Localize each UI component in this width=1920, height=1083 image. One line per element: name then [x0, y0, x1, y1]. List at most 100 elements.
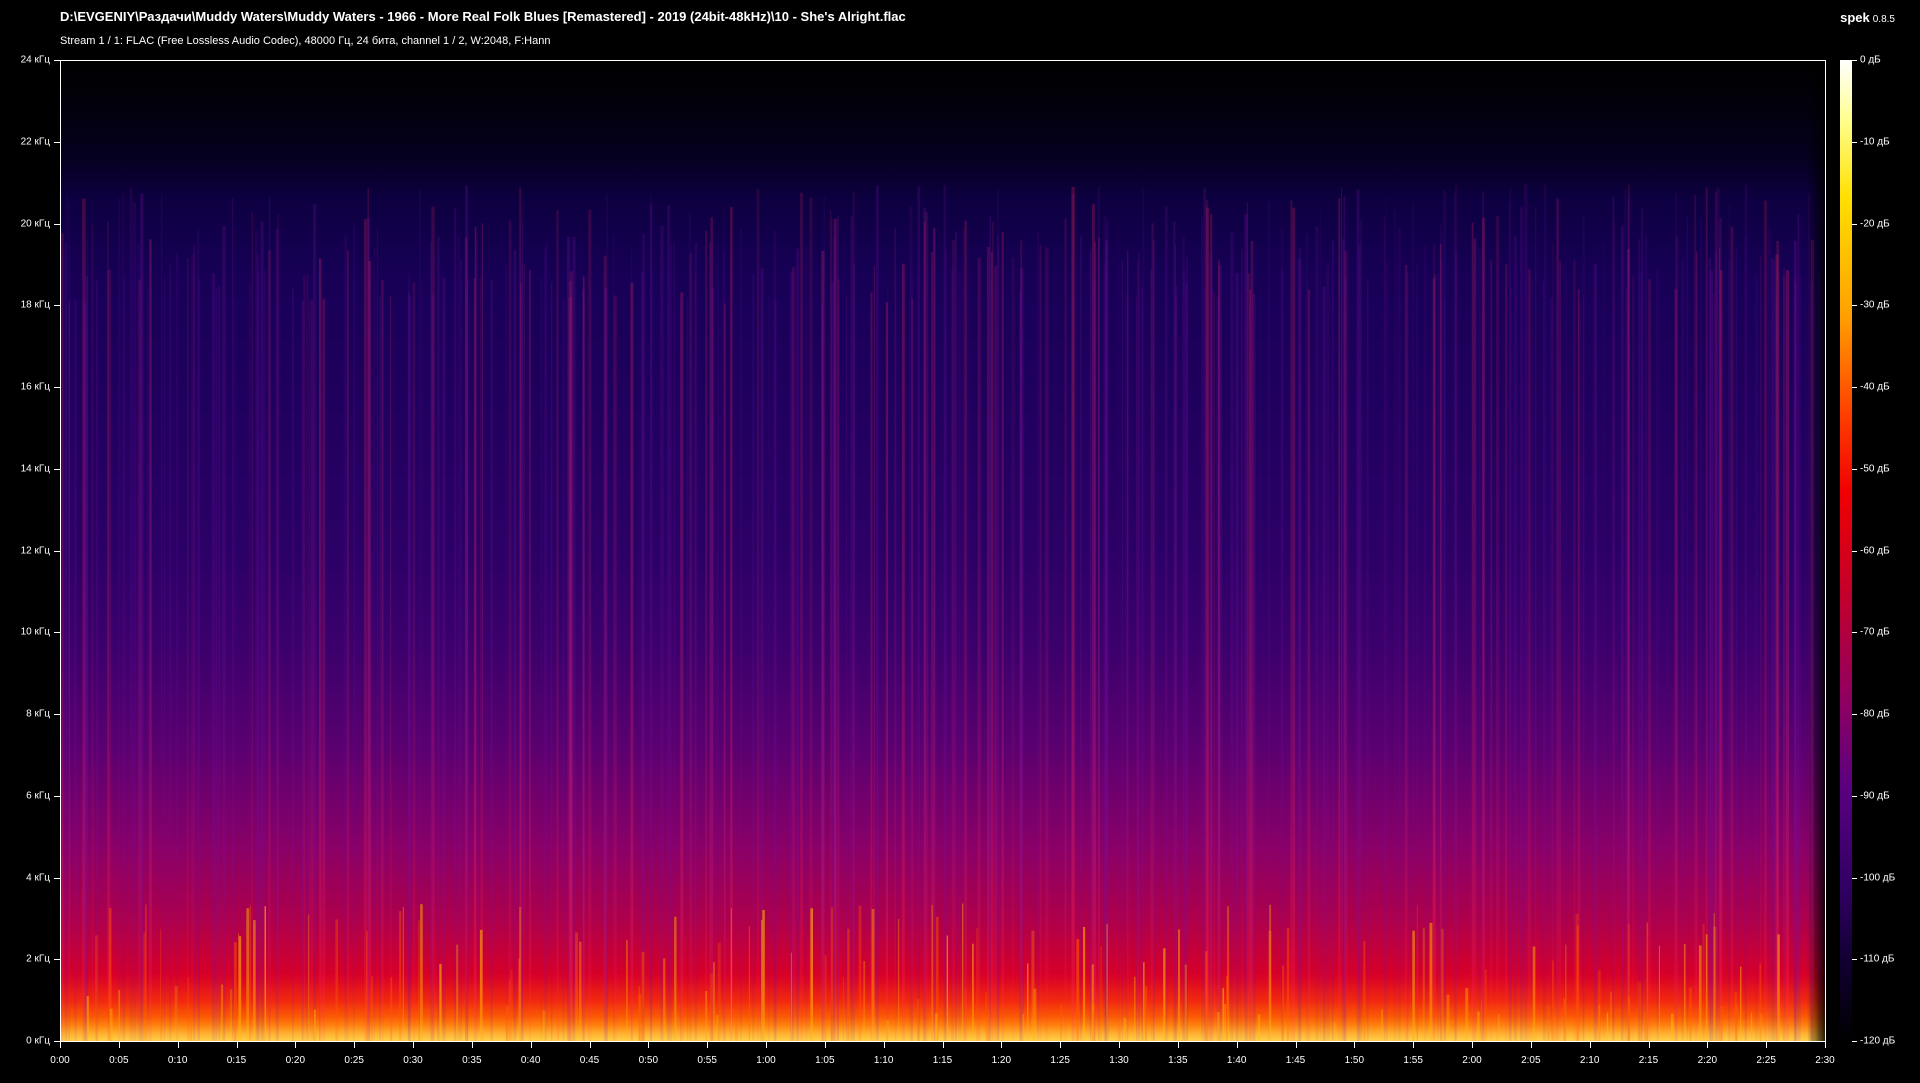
low-frequency-streak — [810, 908, 813, 1041]
transient-stripe — [187, 257, 189, 1041]
transient-stripe — [1797, 213, 1800, 1041]
transient-stripe — [454, 208, 457, 1041]
low-frequency-streak — [390, 977, 393, 1041]
low-frequency-streak — [964, 989, 967, 1041]
decibel-tick-label: 0 дБ — [1860, 54, 1881, 66]
transient-stripe — [309, 299, 311, 1041]
frequency-tick-label: 20 кГц — [20, 218, 50, 229]
transient-stripe — [1331, 240, 1334, 1041]
time-tick-mark — [1119, 1042, 1120, 1048]
transient-stripe — [1137, 260, 1139, 1041]
transient-stripe — [1089, 249, 1092, 1041]
transient-stripe — [1045, 247, 1049, 1041]
low-frequency-streak — [1076, 939, 1080, 1041]
transient-stripe — [1217, 264, 1221, 1041]
low-frequency-streak — [1143, 962, 1145, 1041]
transient-stripe — [457, 235, 461, 1041]
transient-stripe — [1550, 298, 1553, 1041]
transient-stripe — [1203, 187, 1206, 1041]
transient-stripe — [1720, 270, 1723, 1041]
decibel-tick-mark — [1852, 468, 1857, 470]
frequency-tick-mark — [54, 877, 60, 879]
transient-stripe — [529, 270, 531, 1041]
transient-stripe — [481, 223, 483, 1041]
transient-stripe — [1358, 245, 1361, 1041]
frequency-tick-label: 24 кГц — [20, 54, 50, 66]
decibel-tick-label: -60 дБ — [1860, 545, 1890, 556]
time-tick-mark — [1236, 1042, 1238, 1048]
time-tick-label: 1:10 — [873, 1055, 894, 1066]
low-frequency-streak — [1553, 1017, 1557, 1041]
transient-stripe — [544, 246, 547, 1041]
low-frequency-streak — [118, 990, 120, 1041]
low-frequency-streak — [1639, 982, 1641, 1041]
decibel-tick-mark — [1852, 795, 1857, 797]
transient-stripe — [521, 263, 523, 1041]
low-frequency-streak — [1751, 1012, 1753, 1041]
low-frequency-streak — [402, 907, 404, 1041]
low-frequency-streak — [1480, 1001, 1482, 1041]
low-frequency-streak — [1671, 1013, 1674, 1041]
low-frequency-streak — [313, 1009, 316, 1041]
transient-stripe — [1696, 251, 1698, 1041]
transient-stripe — [147, 286, 149, 1041]
transient-stripe — [137, 242, 141, 1041]
low-frequency-streak — [264, 906, 266, 1041]
time-tick-mark — [354, 1042, 356, 1048]
transient-stripe — [1728, 204, 1730, 1041]
low-frequency-streak — [174, 986, 178, 1041]
low-frequency-streak — [1227, 906, 1230, 1041]
low-frequency-streak — [824, 955, 827, 1041]
transient-stripe — [1205, 207, 1210, 1041]
transient-stripe — [990, 251, 993, 1041]
transient-stripe — [977, 257, 981, 1041]
transient-stripe — [823, 196, 825, 1041]
time-tick-label: 1:50 — [1344, 1055, 1365, 1066]
transient-stripe — [1681, 258, 1685, 1041]
low-frequency-streak — [734, 1017, 738, 1041]
transient-stripe — [833, 236, 835, 1041]
transient-stripe — [1694, 195, 1697, 1041]
spectrogram-texture — [61, 184, 1825, 1041]
frequency-tick-label: 4 кГц — [26, 872, 50, 883]
low-frequency-streak — [1145, 986, 1148, 1041]
transient-stripe — [1080, 235, 1082, 1041]
transient-stripe — [796, 248, 799, 1041]
transient-stripe — [1182, 236, 1185, 1041]
transient-stripe — [1094, 241, 1097, 1041]
frequency-tick-mark — [54, 632, 60, 634]
time-tick-mark — [236, 1042, 238, 1048]
time-tick-label: 0:35 — [462, 1055, 482, 1066]
transient-stripe — [821, 303, 824, 1041]
low-frequency-streak — [249, 905, 251, 1041]
low-frequency-streak — [1163, 948, 1166, 1041]
time-tick-mark — [942, 1042, 944, 1048]
transient-stripe — [1641, 207, 1644, 1041]
low-frequency-streak — [418, 920, 420, 1041]
transient-stripe — [430, 241, 433, 1041]
transient-stripe — [1001, 232, 1004, 1041]
transient-stripe — [1064, 218, 1067, 1041]
transient-stripe — [1644, 235, 1648, 1041]
transient-stripe — [556, 209, 559, 1041]
transient-stripe — [1384, 216, 1386, 1041]
frequency-tick-label: 18 кГц — [20, 299, 50, 311]
transient-stripe — [1735, 248, 1738, 1041]
transient-stripe — [667, 205, 671, 1041]
time-tick-label: 1:40 — [1226, 1055, 1247, 1066]
transient-stripe — [1393, 209, 1397, 1041]
transient-stripe — [876, 185, 879, 1041]
transient-stripe — [805, 246, 807, 1041]
low-frequency-streak — [831, 907, 834, 1041]
time-tick-mark — [1354, 1042, 1356, 1048]
decibel-tick-mark — [1852, 959, 1857, 961]
transient-stripe — [1808, 193, 1810, 1041]
low-frequency-streak — [1597, 970, 1601, 1041]
transient-stripe — [1823, 219, 1825, 1041]
low-frequency-streak — [456, 944, 459, 1041]
transient-stripe — [1366, 279, 1369, 1041]
frequency-tick-mark — [54, 468, 60, 470]
low-frequency-streak — [233, 942, 237, 1041]
low-frequency-streak — [1658, 945, 1660, 1041]
low-frequency-streak — [1282, 965, 1285, 1041]
